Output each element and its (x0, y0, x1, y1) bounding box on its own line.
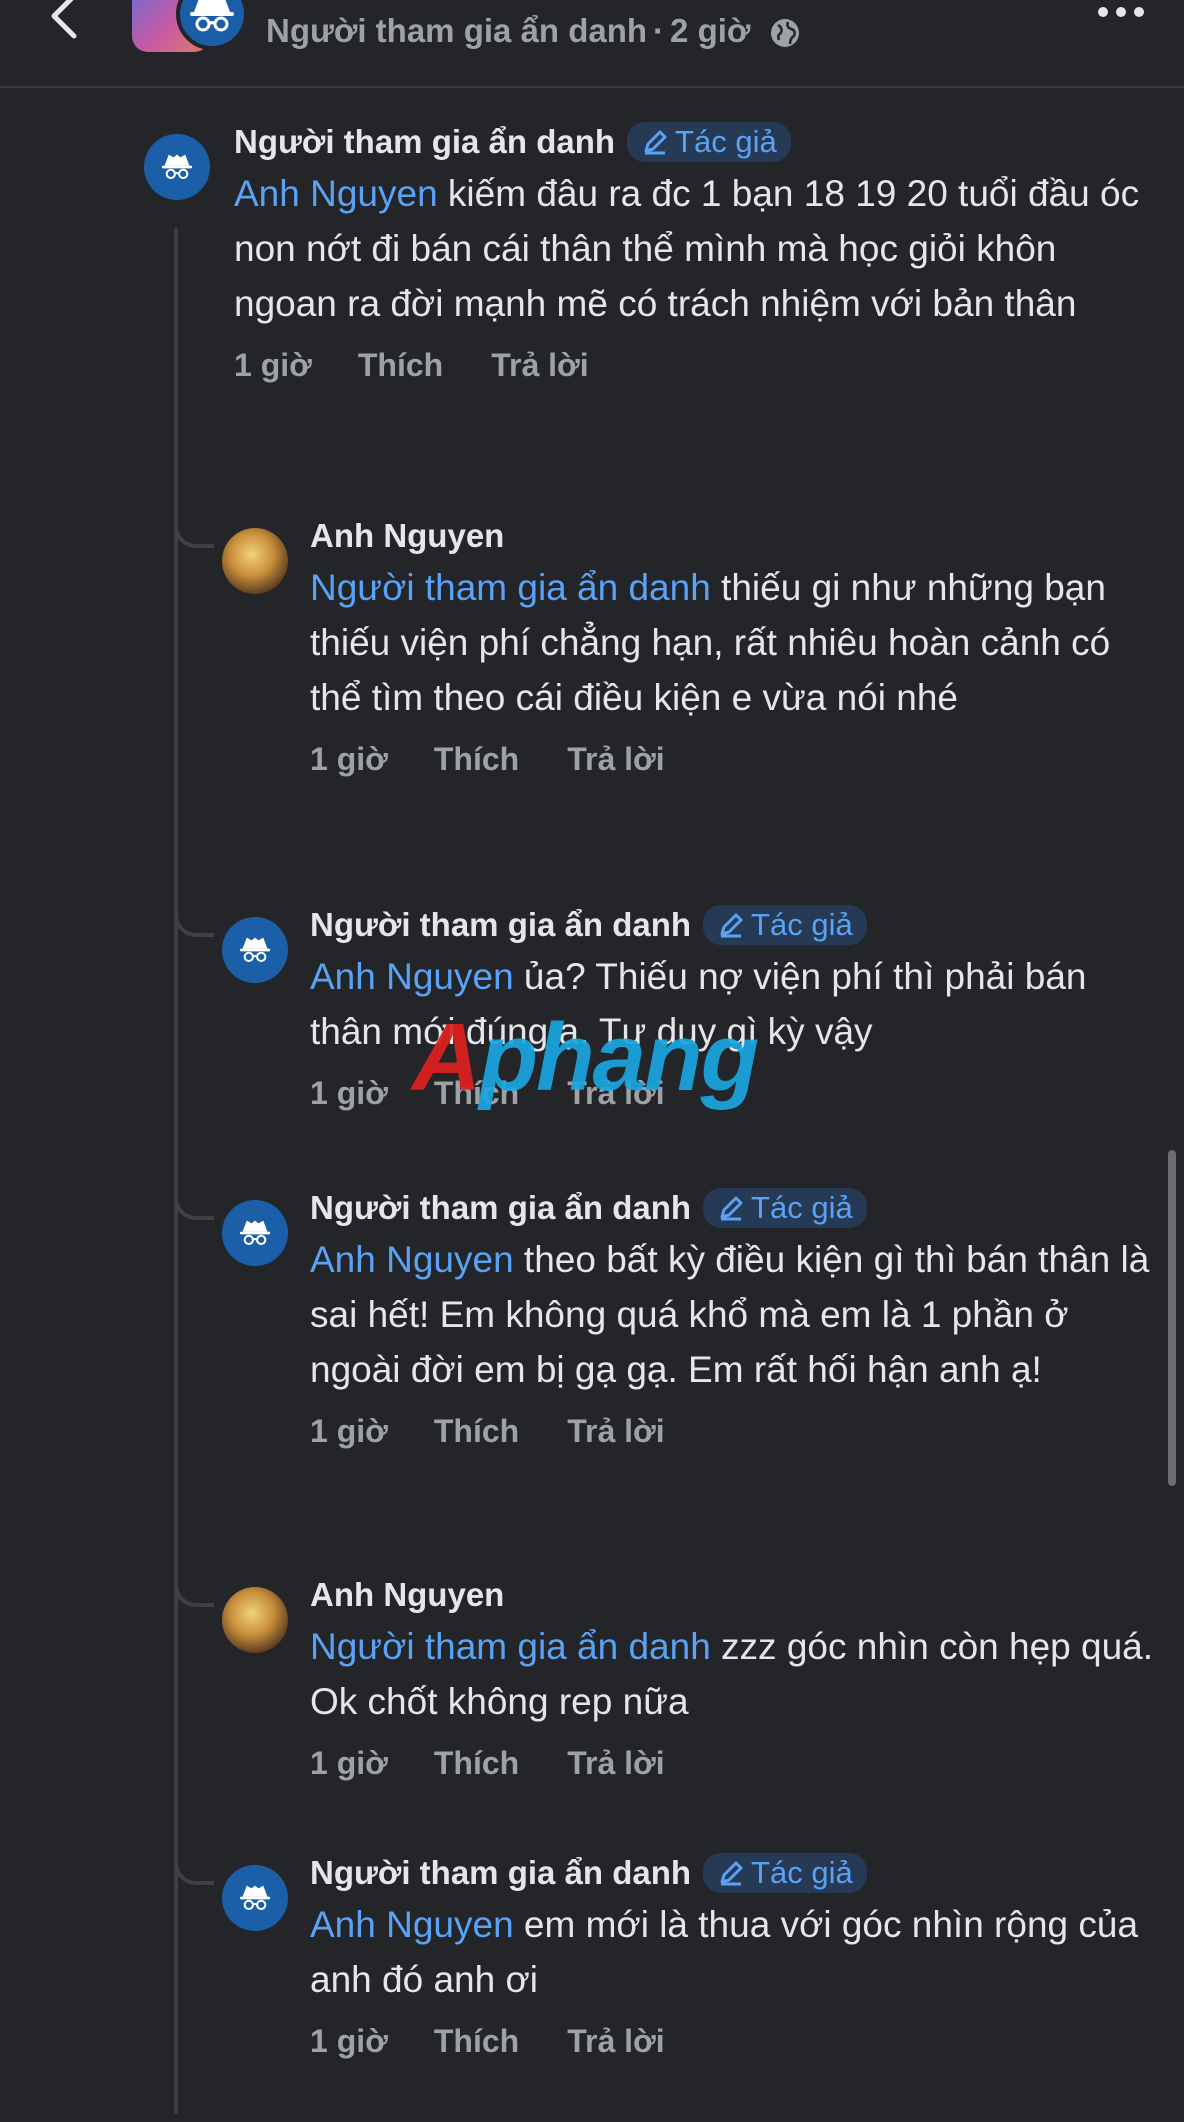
comment-author-name[interactable]: Người tham gia ẩn danh (310, 906, 691, 944)
comment-author-name[interactable]: Người tham gia ẩn danh (310, 1189, 691, 1227)
post-time[interactable]: 2 giờ (670, 12, 750, 49)
comment-time[interactable]: 1 giờ (310, 741, 388, 778)
watermark-part-1: A (412, 1004, 481, 1111)
reply-button[interactable]: Trả lời (491, 347, 588, 384)
chevron-left-icon[interactable] (44, 0, 84, 44)
comment-time[interactable]: 1 giờ (310, 2023, 388, 2060)
comment-actions: 1 giờ Thích Trả lời (234, 347, 1160, 384)
comment-actions: 1 giờ Thích Trả lời (310, 2023, 1160, 2060)
thread-line (174, 228, 178, 2114)
post-meta: Người tham gia ẩn danh · 2 giờ (266, 12, 802, 50)
meta-separator: · (653, 12, 665, 49)
comment-actions: 1 giờ Thích Trả lời (310, 1413, 1160, 1450)
watermark: Aphang (412, 1010, 759, 1106)
pencil-icon (720, 1861, 743, 1886)
more-horizontal-icon (1098, 7, 1108, 17)
comment-time[interactable]: 1 giờ (234, 347, 312, 384)
comment-header: Người tham gia ẩn danh Tác giả (310, 1186, 1160, 1230)
mention-link[interactable]: Anh Nguyen (234, 173, 438, 214)
thread-connector (174, 1857, 214, 1885)
author-badge: Tác giả (703, 1853, 867, 1893)
author-badge-label: Tác giả (751, 1190, 853, 1225)
globe-icon (770, 19, 799, 48)
comment-text: Người tham gia ẩn danh thiếu gi như nhữn… (310, 560, 1160, 725)
comment-author-name[interactable]: Người tham gia ẩn danh (234, 123, 615, 161)
incognito-icon (239, 1220, 271, 1246)
comment-actions: 1 giờ Thích Trả lời (310, 1745, 1160, 1782)
incognito-icon (161, 154, 193, 180)
avatar[interactable] (222, 528, 288, 594)
comment-header: Người tham gia ẩn danh Tác giả (310, 903, 1160, 947)
incognito-icon (239, 937, 271, 963)
reply-button[interactable]: Trả lời (567, 1745, 664, 1782)
comment-text: Anh Nguyen kiếm đâu ra đc 1 bạn 18 19 20… (234, 166, 1160, 331)
mention-link[interactable]: Người tham gia ẩn danh (310, 567, 711, 608)
comment-author-name[interactable]: Anh Nguyen (310, 517, 504, 555)
comment: Người tham gia ẩn danh Tác giả Anh Nguyen … (234, 120, 1160, 384)
comment-time[interactable]: 1 giờ (310, 1745, 388, 1782)
author-badge: Tác giả (627, 122, 791, 162)
mention-link[interactable]: Anh Nguyen (310, 1239, 514, 1280)
mention-link[interactable]: Người tham gia ẩn danh (310, 1626, 711, 1667)
avatar[interactable] (222, 1587, 288, 1653)
thread-connector (174, 1192, 214, 1220)
mention-link[interactable]: Anh Nguyen (310, 956, 514, 997)
anonymous-avatar (176, 0, 248, 50)
anonymous-avatar[interactable] (222, 1865, 288, 1931)
like-button[interactable]: Thích (434, 1745, 519, 1782)
comment-text: Anh Nguyen em mới là thua với góc nhìn r… (310, 1897, 1160, 2007)
reply-button[interactable]: Trả lời (567, 2023, 664, 2060)
like-button[interactable]: Thích (358, 347, 443, 384)
author-badge: Tác giả (703, 905, 867, 945)
post-header: Người tham gia ẩn danh · 2 giờ (0, 0, 1184, 88)
more-dot (1116, 7, 1126, 17)
post-author-name[interactable]: Người tham gia ẩn danh (266, 12, 647, 49)
comment: Người tham gia ẩn danh Tác giả Anh Nguyen … (310, 1851, 1160, 2060)
comment: Anh Nguyen Người tham gia ẩn danh thiếu g… (310, 514, 1160, 778)
comment-actions: 1 giờ Thích Trả lời (310, 741, 1160, 778)
anonymous-avatar[interactable] (144, 134, 210, 200)
comment: Người tham gia ẩn danh Tác giả Anh Nguyen … (310, 1186, 1160, 1450)
comment: Anh Nguyen Người tham gia ẩn danh zzz góc… (310, 1573, 1160, 1782)
pencil-icon (644, 130, 667, 155)
anonymous-avatar[interactable] (222, 917, 288, 983)
thread-connector (174, 1579, 214, 1607)
incognito-icon (239, 1885, 271, 1911)
author-badge-label: Tác giả (751, 1855, 853, 1890)
comment-time[interactable]: 1 giờ (310, 1075, 388, 1112)
author-badge-label: Tác giả (751, 907, 853, 942)
thread-connector (174, 909, 214, 937)
comment-header: Anh Nguyen (310, 1573, 1160, 1617)
comment-author-name[interactable]: Anh Nguyen (310, 1576, 504, 1614)
comment-header: Người tham gia ẩn danh Tác giả (310, 1851, 1160, 1895)
more-options-button[interactable] (1090, 4, 1144, 22)
scrollbar[interactable] (1168, 1150, 1176, 1486)
author-badge: Tác giả (703, 1188, 867, 1228)
comment-time[interactable]: 1 giờ (310, 1413, 388, 1450)
comment-text: Anh Nguyen theo bất kỳ điều kiện gì thì … (310, 1232, 1160, 1397)
pencil-icon (720, 1196, 743, 1221)
comment-text: Người tham gia ẩn danh zzz góc nhìn còn … (310, 1619, 1160, 1729)
comment-header: Người tham gia ẩn danh Tác giả (234, 120, 1160, 164)
anonymous-avatar[interactable] (222, 1200, 288, 1266)
watermark-part-2: phang (479, 1004, 759, 1111)
comment-header: Anh Nguyen (310, 514, 1160, 558)
thread-connector (174, 520, 214, 548)
reply-button[interactable]: Trả lời (567, 1413, 664, 1450)
like-button[interactable]: Thích (434, 2023, 519, 2060)
comment-author-name[interactable]: Người tham gia ẩn danh (310, 1854, 691, 1892)
author-badge-label: Tác giả (675, 124, 777, 159)
pencil-icon (720, 913, 743, 938)
mention-link[interactable]: Anh Nguyen (310, 1904, 514, 1945)
incognito-icon (190, 0, 234, 32)
like-button[interactable]: Thích (434, 1413, 519, 1450)
more-dot (1134, 7, 1144, 17)
reply-button[interactable]: Trả lời (567, 741, 664, 778)
like-button[interactable]: Thích (434, 741, 519, 778)
